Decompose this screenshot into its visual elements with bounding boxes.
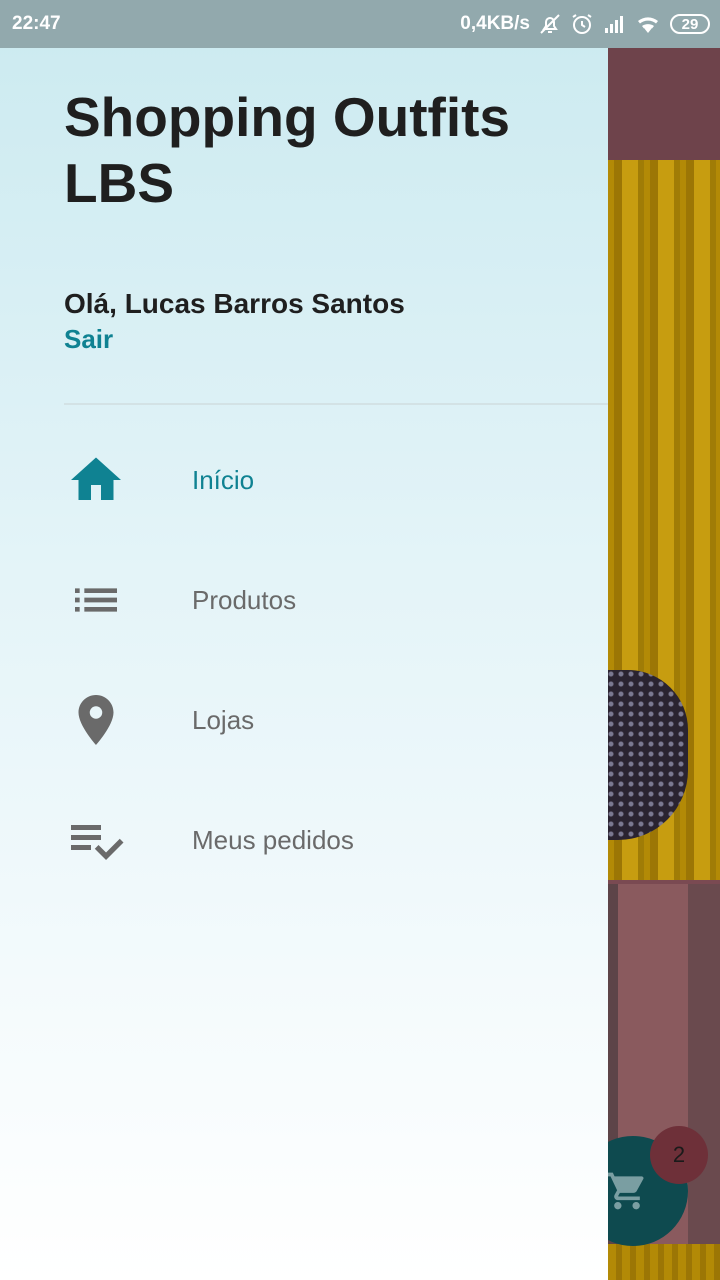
location-pin-icon <box>66 690 126 750</box>
status-time: 22:47 <box>12 13 61 34</box>
app-title: Shopping Outfits LBS <box>64 86 511 214</box>
status-icons: 0,4KB/s 29 <box>460 12 720 36</box>
list-icon <box>66 570 126 630</box>
cart-count-badge: 2 <box>650 1126 708 1184</box>
drawer-menu: Início Produtos Lojas Meus pedidos <box>0 420 608 900</box>
menu-item-label: Meus pedidos <box>192 824 354 855</box>
menu-item-meus-pedidos[interactable]: Meus pedidos <box>0 780 608 900</box>
product-image <box>608 160 720 880</box>
bell-off-icon <box>540 14 560 34</box>
navigation-drawer: Shopping Outfits LBS Olá, Lucas Barros S… <box>0 0 608 1280</box>
product-image <box>608 1244 720 1280</box>
signal-icon <box>605 16 623 33</box>
cart-icon <box>606 1172 644 1210</box>
menu-item-lojas[interactable]: Lojas <box>0 660 608 780</box>
battery-level: 29 <box>681 15 699 33</box>
home-icon <box>66 450 126 510</box>
user-greeting: Olá, Lucas Barros Santos <box>64 288 405 319</box>
alarm-icon <box>572 14 592 34</box>
menu-item-inicio[interactable]: Início <box>0 420 608 540</box>
battery-icon: 29 <box>670 14 710 34</box>
wifi-icon <box>638 17 658 33</box>
status-bar: 22:47 0,4KB/s 29 <box>0 0 720 48</box>
product-image-pattern <box>608 670 688 840</box>
playlist-check-icon <box>66 810 126 870</box>
drawer-divider <box>64 403 608 405</box>
menu-item-label: Lojas <box>192 704 255 735</box>
network-speed: 0,4KB/s <box>460 13 530 34</box>
menu-item-produtos[interactable]: Produtos <box>0 540 608 660</box>
logout-link[interactable]: Sair <box>64 324 113 355</box>
menu-item-label: Produtos <box>192 584 297 615</box>
menu-item-label: Início <box>192 464 255 495</box>
